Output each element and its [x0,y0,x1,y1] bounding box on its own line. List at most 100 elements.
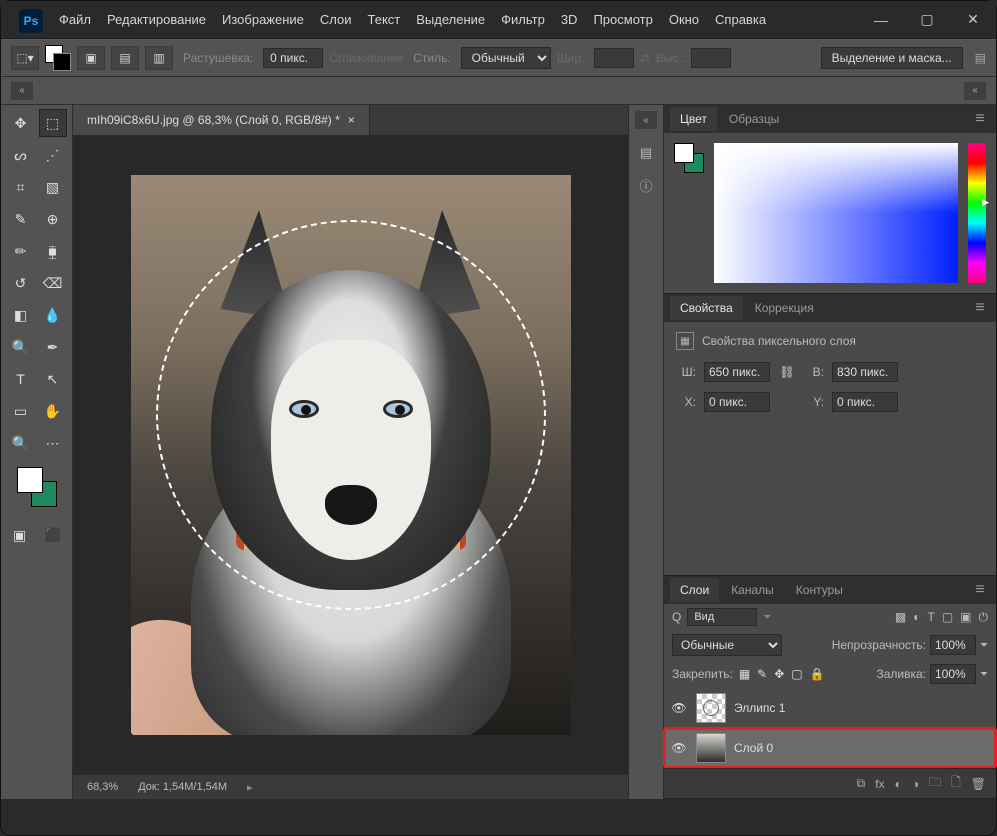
minimize-button[interactable]: — [858,1,904,38]
menu-edit[interactable]: Редактирование [99,1,214,38]
tab-properties[interactable]: Свойства [670,296,743,320]
fx-icon[interactable]: fx [875,777,884,791]
mask-icon[interactable]: ◐ [895,777,902,791]
filter-type-icon[interactable]: T [927,610,934,625]
panel-menu-icon[interactable]: ≡ [970,299,990,317]
select-and-mask-button[interactable]: Выделение и маска... [821,47,963,69]
expand-strip-icon[interactable]: « [635,111,657,129]
maximize-button[interactable]: ▢ [904,1,950,38]
color-field[interactable] [714,143,958,283]
dodge-tool[interactable]: 🔍 [7,333,35,361]
lock-paint-icon[interactable]: ✎ [757,667,767,681]
panel-menu-icon[interactable]: ≡ [970,110,990,128]
y-input[interactable] [832,392,898,412]
filter-pixel-icon[interactable]: ▩ [895,610,906,625]
selection-mode-icons[interactable] [45,45,71,71]
hue-slider[interactable] [968,143,986,283]
tab-layers[interactable]: Слои [670,578,719,602]
type-tool[interactable]: T [7,365,35,393]
layer-thumb[interactable] [696,693,726,723]
menu-filter[interactable]: Фильтр [493,1,553,38]
filter-shape-icon[interactable]: ▢ [942,610,953,625]
new-layer-icon[interactable]: 🗋 [951,773,961,794]
path-select-tool[interactable]: ↖ [39,365,67,393]
layer-filter-input[interactable] [687,608,757,626]
feather-input[interactable] [263,48,323,68]
blend-mode-select[interactable]: Обычные [672,634,782,656]
group-icon[interactable]: 🗀 [929,773,941,794]
color-swatches[interactable] [17,467,57,507]
layer-name[interactable]: Эллипс 1 [734,701,785,715]
link-wh-icon[interactable]: ⛓ [778,365,796,379]
eraser-tool[interactable]: ⌫ [39,269,67,297]
color-mini-swatches[interactable] [674,143,704,173]
info-icon[interactable]: ⓘ [634,173,658,197]
menu-window[interactable]: Окно [661,1,707,38]
edit-toolbar[interactable]: ⋯ [39,429,67,457]
selection-add-icon[interactable]: ▣ [77,46,105,70]
lock-all-icon[interactable]: 🔒 [810,667,825,681]
link-layers-icon[interactable]: ⧉ [857,776,866,791]
collapse-left-icon[interactable]: « [11,82,33,100]
w-input[interactable] [704,362,770,382]
marquee-tool[interactable]: ⬚ [39,109,67,137]
tab-paths[interactable]: Контуры [786,578,853,602]
layer-thumb[interactable] [696,733,726,763]
tab-channels[interactable]: Каналы [721,578,784,602]
layer-row-ellipse[interactable]: 👁 Эллипс 1 [664,688,996,728]
pen-tool[interactable]: ✒ [39,333,67,361]
lock-artboard-icon[interactable]: ▢ [791,667,802,681]
history-icon[interactable]: ▤ [634,141,658,165]
hand-tool[interactable]: ✋ [39,397,67,425]
gradient-tool[interactable]: ◧ [7,301,35,329]
menu-text[interactable]: Текст [360,1,409,38]
zoom-value[interactable]: 68,3% [87,781,118,793]
blur-tool[interactable]: 💧 [39,301,67,329]
filter-adjust-icon[interactable]: ◐ [913,610,920,625]
quick-select-tool[interactable]: ⋰ [39,141,67,169]
selection-sub-icon[interactable]: ▤ [111,46,139,70]
foreground-color[interactable] [17,467,43,493]
collapse-right-icon[interactable]: « [964,82,986,100]
lock-transp-icon[interactable]: ▦ [739,667,750,681]
selection-intersect-icon[interactable]: ▥ [145,46,173,70]
style-select[interactable]: Обычный [461,47,551,69]
screenmode-icon[interactable]: ⬛ [40,521,68,549]
visibility-icon[interactable]: 👁 [670,741,688,755]
history-brush-tool[interactable]: ↺ [7,269,35,297]
zoom-tool[interactable]: 🔍 [7,429,35,457]
filter-toggle-icon[interactable]: ⏻ [979,610,989,625]
options-menu-icon[interactable]: ▤ [969,51,986,65]
tab-adjustments[interactable]: Коррекция [745,296,824,320]
move-tool[interactable]: ✥ [7,109,35,137]
frame-tool[interactable]: ▧ [39,173,67,201]
tab-swatches[interactable]: Образцы [719,107,789,131]
tab-close-icon[interactable]: × [348,113,355,127]
menu-3d[interactable]: 3D [553,1,586,38]
quickmask-icon[interactable]: ▣ [6,521,34,549]
h-input[interactable] [832,362,898,382]
menu-image[interactable]: Изображение [214,1,312,38]
lasso-tool[interactable]: ᔕ [7,141,35,169]
trash-icon[interactable]: 🗑 [971,777,986,791]
canvas[interactable] [131,175,571,735]
eyedropper-tool[interactable]: ✎ [7,205,35,233]
filter-smart-icon[interactable]: ▣ [960,610,971,625]
fill-input[interactable] [930,664,976,684]
opacity-input[interactable] [930,635,976,655]
visibility-icon[interactable]: 👁 [670,701,688,715]
stamp-tool[interactable]: ⧯ [39,237,67,265]
adjustment-icon[interactable]: ◑ [912,777,919,791]
current-tool-icon[interactable]: ⬚▾ [11,46,39,70]
layer-row-background[interactable]: 👁 Слой 0 [664,728,996,768]
panel-menu-icon[interactable]: ≡ [970,581,990,599]
canvas-viewport[interactable] [73,135,628,775]
menu-help[interactable]: Справка [707,1,774,38]
menu-view[interactable]: Просмотр [585,1,660,38]
heal-tool[interactable]: ⊕ [39,205,67,233]
menu-layers[interactable]: Слои [312,1,360,38]
lock-pos-icon[interactable]: ✥ [774,667,784,681]
shape-tool[interactable]: ▭ [7,397,35,425]
x-input[interactable] [704,392,770,412]
layer-name[interactable]: Слой 0 [734,741,773,755]
